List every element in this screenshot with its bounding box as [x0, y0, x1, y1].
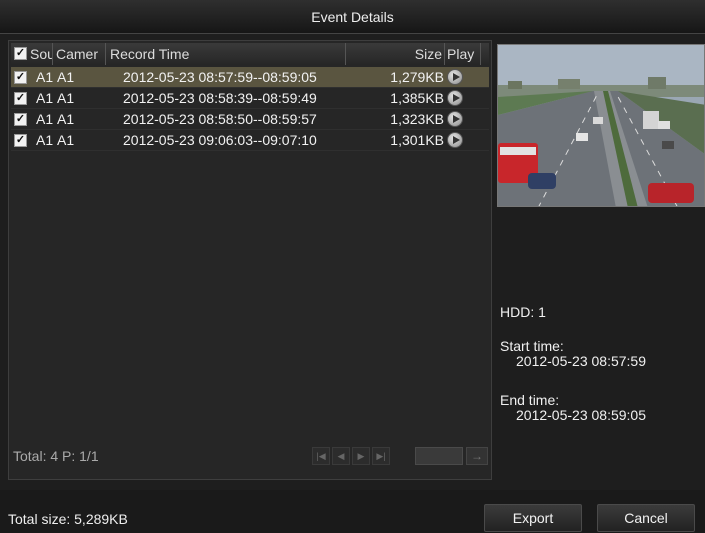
pagination-total: Total: 4 P: 1/1 — [13, 448, 99, 464]
row-source: A1 — [36, 69, 54, 85]
table-row[interactable]: ✓ A1 A1 2012-05-23 08:57:59--08:59:05 1,… — [11, 67, 489, 88]
next-page-icon[interactable]: ▶ — [352, 447, 370, 465]
window-title: Event Details — [0, 0, 705, 34]
select-all-checkbox[interactable]: ✓ — [14, 47, 27, 60]
export-button[interactable]: Export — [484, 504, 582, 532]
row-camera: A1 — [57, 111, 75, 127]
row-record-time: 2012-05-23 08:58:39--08:59:49 — [123, 90, 317, 106]
video-preview-thumbnail — [497, 44, 705, 207]
row-checkbox[interactable]: ✓ — [14, 134, 27, 147]
play-icon[interactable] — [447, 132, 463, 148]
row-size: 1,323KB — [390, 111, 444, 127]
header-source[interactable]: ✓ Sou — [11, 43, 53, 65]
row-source: A1 — [36, 90, 54, 106]
row-camera: A1 — [57, 69, 75, 85]
table-row[interactable]: ✓ A1 A1 2012-05-23 09:06:03--09:07:10 1,… — [11, 130, 489, 151]
row-size: 1,301KB — [390, 132, 444, 148]
header-record-time[interactable]: Record Time — [106, 43, 346, 65]
row-record-time: 2012-05-23 08:58:50--08:59:57 — [123, 111, 317, 127]
first-page-icon[interactable]: |◀ — [312, 447, 330, 465]
page-number-input[interactable] — [415, 447, 463, 465]
row-record-time: 2012-05-23 08:57:59--08:59:05 — [123, 69, 317, 85]
header-camera[interactable]: Camer — [53, 43, 106, 65]
table-header: ✓ Sou Camer Record Time Size Play — [11, 43, 489, 65]
end-time-value: 2012-05-23 08:59:05 — [516, 407, 646, 423]
hdd-label: HDD: 1 — [500, 304, 546, 320]
row-source: A1 — [36, 132, 54, 148]
prev-page-icon[interactable]: ◀ — [332, 447, 350, 465]
go-arrow-icon[interactable]: → — [466, 447, 488, 465]
last-page-icon[interactable]: ▶| — [372, 447, 390, 465]
row-checkbox[interactable]: ✓ — [14, 92, 27, 105]
play-icon[interactable] — [447, 90, 463, 106]
row-size: 1,385KB — [390, 90, 444, 106]
row-camera: A1 — [57, 90, 75, 106]
event-list-panel: ✓ Sou Camer Record Time Size Play ✓ A1 A… — [8, 40, 492, 480]
row-camera: A1 — [57, 132, 75, 148]
play-icon[interactable] — [447, 69, 463, 85]
cancel-button[interactable]: Cancel — [597, 504, 695, 532]
row-checkbox[interactable]: ✓ — [14, 71, 27, 84]
header-size[interactable]: Size — [346, 43, 445, 65]
end-time-label: End time: — [500, 392, 560, 408]
row-size: 1,279KB — [390, 69, 444, 85]
row-record-time: 2012-05-23 09:06:03--09:07:10 — [123, 132, 317, 148]
header-play[interactable]: Play — [445, 43, 481, 65]
start-time-label: Start time: — [500, 338, 564, 354]
total-size-label: Total size: 5,289KB — [8, 511, 128, 527]
table-row[interactable]: ✓ A1 A1 2012-05-23 08:58:50--08:59:57 1,… — [11, 109, 489, 130]
play-icon[interactable] — [447, 111, 463, 127]
start-time-value: 2012-05-23 08:57:59 — [516, 353, 646, 369]
table-row[interactable]: ✓ A1 A1 2012-05-23 08:58:39--08:59:49 1,… — [11, 88, 489, 109]
row-checkbox[interactable]: ✓ — [14, 113, 27, 126]
row-source: A1 — [36, 111, 54, 127]
